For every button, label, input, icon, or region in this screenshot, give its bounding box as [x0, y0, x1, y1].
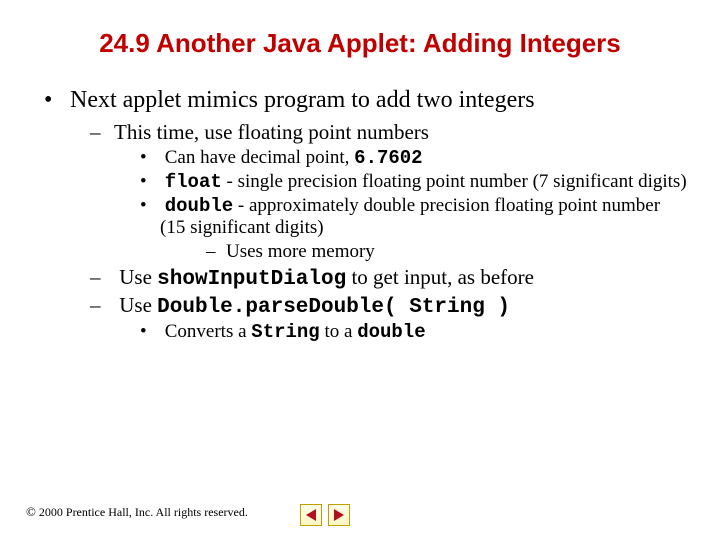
- bullet-1-3: Use Double.parseDouble( String ): [114, 293, 690, 319]
- code: double: [165, 195, 233, 217]
- next-button[interactable]: [328, 504, 350, 526]
- slide-title: 24.9 Another Java Applet: Adding Integer…: [30, 28, 690, 59]
- copyright-icon: ©: [26, 504, 36, 520]
- arrow-right-icon: [334, 509, 344, 521]
- bullet-1-3-a: Converts a String to a double: [160, 321, 690, 343]
- text: - single precision floating point number…: [222, 171, 687, 192]
- code: showInputDialog: [157, 268, 346, 291]
- bullet-1-1-c: double - approximately double precision …: [160, 195, 690, 239]
- text: - approximately double precision floatin…: [160, 195, 660, 238]
- text: Converts a: [165, 321, 252, 342]
- nav-buttons: [300, 504, 350, 526]
- text: Can have decimal point,: [165, 147, 354, 168]
- bullet-1-1-b: float - single precision floating point …: [160, 171, 690, 193]
- code: float: [165, 171, 222, 193]
- copyright-text: 2000 Prentice Hall, Inc. All rights rese…: [39, 505, 248, 520]
- slide: 24.9 Another Java Applet: Adding Integer…: [0, 0, 720, 540]
- code: Double.parseDouble( String ): [157, 296, 510, 319]
- bullet-1-1-a: Can have decimal point, 6.7602: [160, 147, 690, 169]
- bullet-1-text: Next applet mimics program to add two in…: [70, 87, 535, 113]
- text: Use: [119, 265, 157, 289]
- prev-button[interactable]: [300, 504, 322, 526]
- bullet-1-2: Use showInputDialog to get input, as bef…: [114, 265, 690, 291]
- code: double: [357, 321, 425, 343]
- text: Uses more memory: [226, 241, 375, 262]
- bullet-1-1-text: This time, use floating point numbers: [114, 120, 429, 144]
- bullet-1-1: This time, use floating point numbers: [114, 120, 690, 145]
- bullet-1: Next applet mimics program to add two in…: [70, 87, 690, 114]
- text: Use: [119, 293, 157, 317]
- code: 6.7602: [354, 147, 422, 169]
- code: String: [251, 321, 319, 343]
- bullet-1-1-c-sub: Uses more memory: [226, 241, 690, 263]
- text: to a: [320, 321, 357, 342]
- arrow-left-icon: [306, 509, 316, 521]
- bullet-list: Next applet mimics program to add two in…: [30, 87, 690, 343]
- footer: © 2000 Prentice Hall, Inc. All rights re…: [26, 504, 694, 520]
- text: to get input, as before: [346, 265, 534, 289]
